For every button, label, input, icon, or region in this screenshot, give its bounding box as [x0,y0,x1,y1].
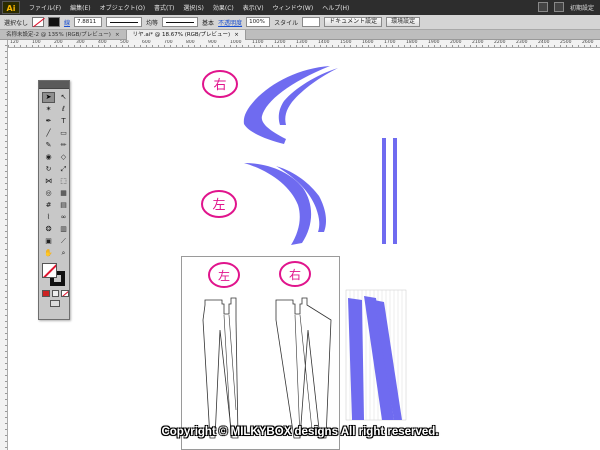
selection-tool-icon[interactable]: ➤ [42,92,55,103]
type-tool-icon[interactable]: T [57,116,70,127]
annotation-circle-left-mid: 左 [201,190,237,218]
artboard-tool-icon[interactable]: ▣ [42,236,55,247]
annotation-circle-left-board: 左 [208,262,240,288]
mesh-tool-icon[interactable]: # [42,200,55,211]
rotate-tool-icon[interactable]: ↻ [42,164,55,175]
zoom-tool-icon[interactable]: ⌕ [57,248,70,259]
hand-tool-icon[interactable]: ✋ [42,248,55,259]
color-button[interactable] [42,290,50,297]
free-transform-tool-icon[interactable]: ⬚ [57,176,70,187]
eraser-tool-icon[interactable]: ◇ [57,152,70,163]
blob-brush-tool-icon[interactable]: ◉ [42,152,55,163]
artwork-layer: 右 左 左 右 [201,66,407,439]
gradient-tool-icon[interactable]: ▤ [57,200,70,211]
vertical-bar-shape[interactable] [393,138,397,244]
shape-builder-tool-icon[interactable]: ◎ [42,188,55,199]
column-graph-tool-icon[interactable]: ▥ [57,224,70,235]
symbol-sprayer-tool-icon[interactable]: ❂ [42,224,55,235]
annotation-label: 右 [289,267,301,282]
color-mode-row [42,290,70,297]
tool-grid: ➤ ↖ ✶ ℓ ✒ T ╱ ▭ ✎ ✏ ◉ ◇ ↻ ⤢ ⋈ ⬚ ◎ ▦ # ▤ … [39,89,69,259]
annotation-label: 右 [213,78,226,93]
annotation-circle-right-board: 右 [279,261,311,287]
pencil-tool-icon[interactable]: ✏ [57,140,70,151]
right-outline-piece[interactable] [275,297,332,439]
left-inner-line[interactable] [223,314,237,439]
right-inner-line[interactable] [294,314,313,439]
fill-color-box[interactable] [42,263,57,278]
annotation-label: 左 [212,198,225,213]
tools-panel-header[interactable] [39,81,69,89]
gradient-button[interactable] [51,290,60,297]
line-tool-icon[interactable]: ╱ [42,128,55,139]
direct-selection-tool-icon[interactable]: ↖ [57,92,70,103]
fill-stroke-area [42,263,68,287]
slice-tool-icon[interactable]: ⟋ [57,236,70,247]
screen-mode-button[interactable] [50,300,60,307]
tools-panel: ➤ ↖ ✶ ℓ ✒ T ╱ ▭ ✎ ✏ ◉ ◇ ↻ ⤢ ⋈ ⬚ ◎ ▦ # ▤ … [38,80,70,320]
pen-tool-icon[interactable]: ✒ [42,116,55,127]
vertical-bar-shape[interactable] [382,138,386,244]
swept-strip-shape[interactable] [244,163,312,245]
copyright-watermark: Copyright © MILKYBOX designs All right r… [161,426,439,438]
annotation-circle-right-top: 右 [202,70,238,98]
rectangle-tool-icon[interactable]: ▭ [57,128,70,139]
paintbrush-tool-icon[interactable]: ✎ [42,140,55,151]
eyedropper-tool-icon[interactable]: ⌇ [42,212,55,223]
perspective-grid-tool-icon[interactable]: ▦ [57,188,70,199]
none-button[interactable] [61,290,70,297]
lasso-tool-icon[interactable]: ℓ [57,104,70,115]
curved-strip-shape[interactable] [278,68,338,125]
scale-tool-icon[interactable]: ⤢ [57,164,70,175]
annotation-label: 左 [218,268,230,283]
magic-wand-tool-icon[interactable]: ✶ [42,104,55,115]
blend-tool-icon[interactable]: ∞ [57,212,70,223]
width-tool-icon[interactable]: ⋈ [42,176,55,187]
